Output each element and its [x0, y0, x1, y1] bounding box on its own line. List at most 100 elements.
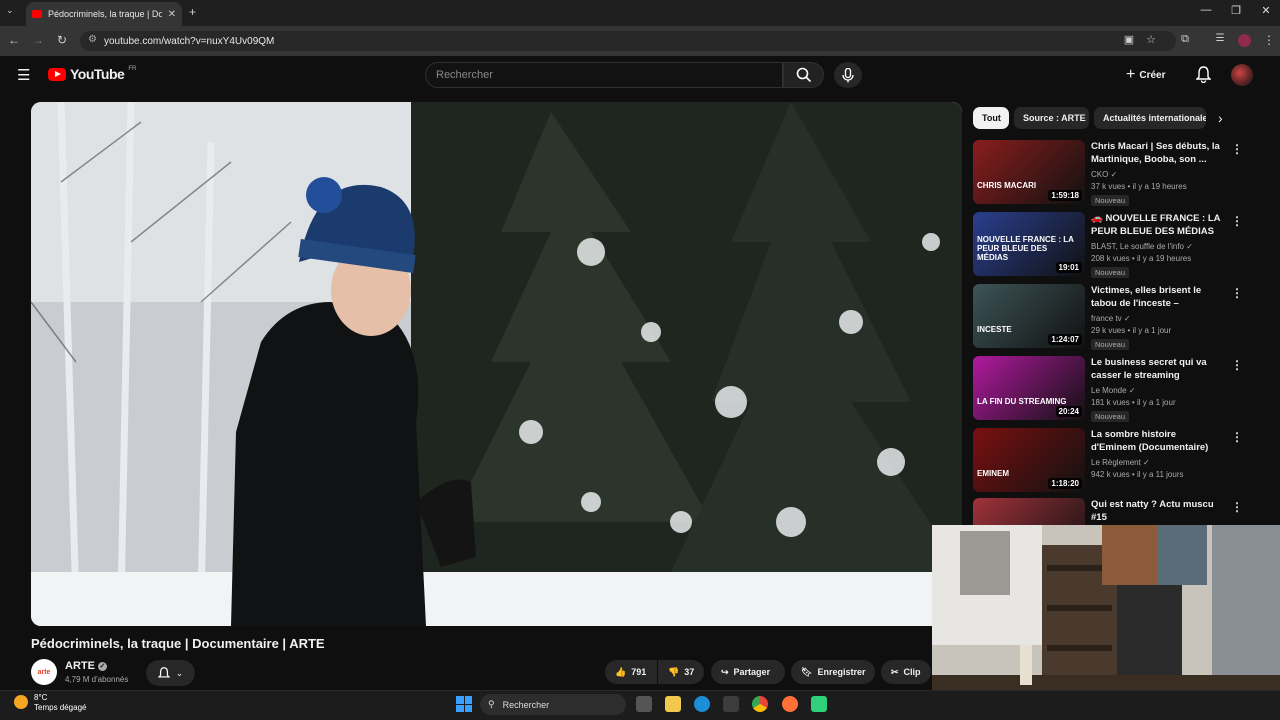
youtube-favicon-icon	[32, 10, 42, 18]
subscription-bell-button[interactable]: ⌄	[146, 660, 195, 686]
recommendation-meta: 208 k vues • il y a 19 heures	[1091, 254, 1192, 263]
search-button[interactable]	[783, 62, 824, 88]
tab-close-icon[interactable]: ✕	[168, 9, 176, 20]
recommendation-card[interactable]: LA FIN DU STREAMING 20:24 Le business secr…	[973, 356, 1243, 422]
edge-icon[interactable]	[694, 696, 710, 712]
store-icon[interactable]	[723, 696, 739, 712]
dislike-button[interactable]: 👎 37	[658, 660, 704, 684]
chevron-down-icon: ⌄	[175, 667, 184, 678]
youtube-play-icon	[48, 67, 66, 81]
recommendation-channel-name: france tv	[1091, 314, 1122, 323]
video-thumbnail[interactable]: LA FIN DU STREAMING 20:24	[973, 356, 1085, 420]
recommendation-channel[interactable]: CKO ✓	[1091, 170, 1117, 179]
windows-start-icon[interactable]	[456, 696, 472, 712]
youtube-logo[interactable]: YouTube FR	[48, 66, 136, 82]
hamburger-menu-icon[interactable]: ☰	[17, 66, 30, 84]
more-options-icon[interactable]: ⋮	[1231, 500, 1243, 514]
minimize-icon[interactable]: —	[1196, 4, 1216, 16]
close-window-icon[interactable]: ✕	[1256, 4, 1276, 17]
recommendation-channel[interactable]: france tv ✓	[1091, 314, 1131, 323]
recommendation-channel[interactable]: Le Règlement ✓	[1091, 458, 1150, 467]
search-input[interactable]: Rechercher	[425, 62, 783, 88]
webcam-image	[932, 525, 1280, 701]
more-options-icon[interactable]: ⋮	[1231, 358, 1243, 372]
subscriber-count: 4,79 M d'abonnés	[65, 675, 129, 684]
weather-widget[interactable]: 8°C Temps dégagé	[34, 693, 86, 713]
recommendation-title[interactable]: Le business secret qui va casser le stre…	[1091, 356, 1223, 382]
more-options-icon[interactable]: ⋮	[1231, 142, 1243, 156]
site-info-icon[interactable]: ⚙	[88, 34, 97, 45]
maximize-icon[interactable]: ❐	[1226, 4, 1246, 17]
recommendation-card[interactable]: NOUVELLE FRANCE : LA PEUR BLEUE DES MÉDI…	[973, 212, 1243, 278]
chevron-right-icon[interactable]: ›	[1218, 110, 1223, 126]
recommendation-channel[interactable]: Le Monde ✓	[1091, 386, 1136, 395]
app-icon[interactable]	[811, 696, 827, 712]
video-thumbnail[interactable]: NOUVELLE FRANCE : LA PEUR BLEUE DES MÉDI…	[973, 212, 1085, 276]
recommendation-channel-name: CKO	[1091, 170, 1109, 179]
video-duration: 1:59:18	[1048, 190, 1082, 201]
recommendation-card[interactable]: CHRIS MACARI 1:59:18 Chris Macari | Ses dé…	[973, 140, 1243, 206]
channel-avatar[interactable]: arte	[31, 659, 57, 685]
chip-international-news[interactable]: Actualités internationales	[1094, 107, 1206, 129]
video-thumbnail[interactable]: INCESTE 1:24:07	[973, 284, 1085, 348]
recommendation-title[interactable]: Qui est natty ? Actu muscu #15	[1091, 498, 1223, 524]
file-explorer-icon[interactable]	[665, 696, 681, 712]
thumbnail-text: LA FIN DU STREAMING	[977, 397, 1067, 406]
tab-groups-icon[interactable]: ☰	[1212, 33, 1228, 44]
microphone-icon	[842, 67, 854, 82]
channel-name: ARTE	[65, 660, 95, 672]
video-player[interactable]	[31, 102, 962, 626]
video-duration: 1:24:07	[1048, 334, 1082, 345]
more-options-icon[interactable]: ⋮	[1231, 214, 1243, 228]
extensions-icon[interactable]: ⧉	[1177, 33, 1193, 46]
chip-all[interactable]: Tout	[973, 107, 1009, 129]
recommendation-meta: 942 k vues • il y a 11 jours	[1091, 470, 1184, 479]
save-button[interactable]: 🔖︎ Enregistrer	[791, 660, 875, 684]
back-icon[interactable]: ←	[6, 33, 22, 47]
bookmark-star-icon[interactable]: ☆	[1143, 33, 1159, 46]
firefox-icon[interactable]	[782, 696, 798, 712]
notifications-button[interactable]	[1195, 66, 1212, 88]
address-bar[interactable]: ⚙ youtube.com/watch?v=nuxY4Uv09QM	[80, 31, 1176, 51]
new-tab-icon[interactable]: +	[189, 5, 196, 19]
create-button[interactable]: + Créer	[1126, 62, 1182, 88]
verified-icon: ✓	[1143, 458, 1150, 467]
share-button[interactable]: ↪ Partager	[711, 660, 785, 684]
share-label: Partager	[733, 667, 771, 677]
recommendation-card[interactable]: INCESTE 1:24:07 Victimes, elles brisent le…	[973, 284, 1243, 350]
account-avatar[interactable]	[1231, 64, 1253, 86]
thumbs-down-icon: 👎	[668, 666, 680, 677]
like-button[interactable]: 👍 791	[605, 660, 657, 684]
recommendation-channel[interactable]: BLAST, Le souffle de l'info ✓	[1091, 242, 1193, 251]
verified-icon: ✓	[1128, 386, 1136, 395]
tab-title: Pédocriminels, la traque | Docu	[48, 9, 162, 19]
browser-tab[interactable]: Pédocriminels, la traque | Docu ✕	[26, 2, 182, 26]
video-thumbnail[interactable]: EMINEM 1:18:20	[973, 428, 1085, 492]
recommendation-title[interactable]: Chris Macari | Ses débuts, la Martinique…	[1091, 140, 1223, 166]
video-frame-image	[31, 102, 962, 626]
taskbar-search[interactable]: ⚲ Rechercher	[480, 694, 626, 715]
clip-button[interactable]: ✂ Clip	[881, 660, 931, 684]
share-icon: ↪	[721, 666, 729, 677]
recommendation-title[interactable]: La sombre histoire d'Eminem (Documentair…	[1091, 428, 1223, 454]
cast-icon[interactable]: ▣	[1121, 33, 1137, 46]
reload-icon[interactable]: ↻	[54, 33, 70, 47]
recommendation-card[interactable]: EMINEM 1:18:20 La sombre histoire d'Eminem…	[973, 428, 1243, 494]
more-options-icon[interactable]: ⋮	[1231, 286, 1243, 300]
chip-source-arte[interactable]: Source : ARTE	[1014, 107, 1089, 129]
channel-name-link[interactable]: ARTE ✓	[65, 660, 107, 672]
chrome-menu-icon[interactable]: ⋮	[1261, 33, 1277, 47]
voice-search-button[interactable]	[834, 62, 862, 88]
video-thumbnail[interactable]: CHRIS MACARI 1:59:18	[973, 140, 1085, 204]
chrome-icon[interactable]	[752, 696, 768, 712]
recommendation-title[interactable]: Victimes, elles brisent le tabou de l'in…	[1091, 284, 1223, 311]
profile-icon[interactable]	[1238, 34, 1251, 47]
video-duration: 20:24	[1055, 406, 1082, 417]
forward-icon[interactable]: →	[30, 33, 46, 47]
video-title: Pédocriminels, la traque | Documentaire …	[31, 636, 325, 651]
recommendation-title[interactable]: 🚗 NOUVELLE FRANCE : LA PEUR BLEUE DES MÉ…	[1091, 212, 1223, 239]
url-text: youtube.com/watch?v=nuxY4Uv09QM	[104, 35, 275, 47]
task-view-icon[interactable]	[636, 696, 652, 712]
tab-search-icon[interactable]: ⌄	[6, 5, 14, 16]
more-options-icon[interactable]: ⋮	[1231, 430, 1243, 444]
